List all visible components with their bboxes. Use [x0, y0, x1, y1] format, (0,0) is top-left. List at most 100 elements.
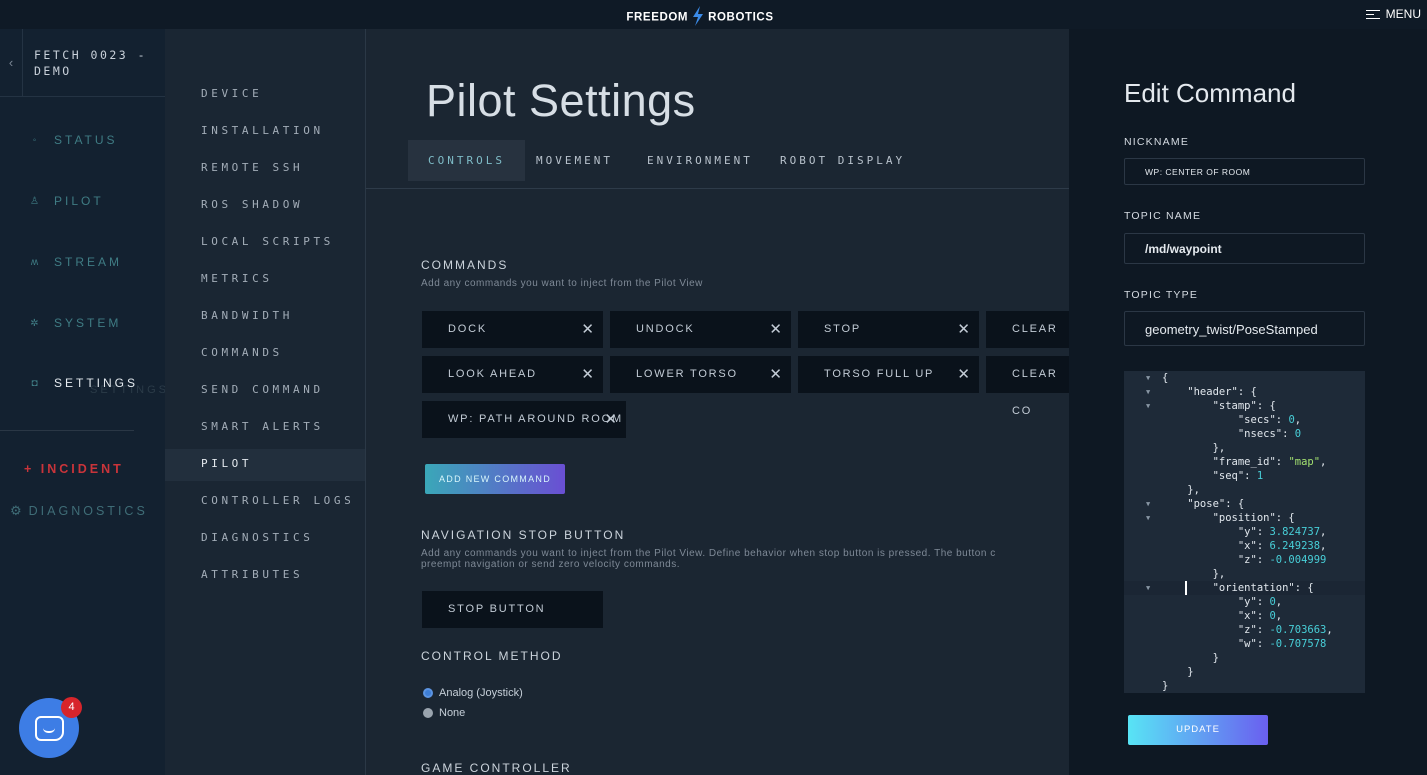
- diagnostics-link[interactable]: ⚙ DIAGNOSTICS: [10, 503, 148, 519]
- back-chevron-icon[interactable]: ‹: [0, 29, 23, 96]
- stop-button-chip[interactable]: STOP BUTTON: [422, 591, 603, 628]
- submenu-item-smart-alerts[interactable]: SMART ALERTS: [201, 420, 324, 433]
- close-icon[interactable]: ✕: [604, 401, 617, 438]
- close-icon[interactable]: ✕: [581, 356, 594, 393]
- command-chip[interactable]: LOOK AHEAD ✕: [422, 356, 603, 393]
- radio-label: Analog (Joystick): [439, 687, 523, 699]
- topic-name-field[interactable]: /md/waypoint: [1124, 233, 1365, 264]
- submenu-item-bandwidth[interactable]: BANDWIDTH: [201, 309, 293, 322]
- logo-text-right: ROBOTICS: [708, 11, 774, 24]
- chip-label: LOOK AHEAD: [448, 368, 537, 380]
- page-title: Pilot Settings: [426, 75, 696, 126]
- command-chip[interactable]: WP: PATH AROUND ROOM ✕: [422, 401, 626, 438]
- settings-submenu: DEVICE INSTALLATION REMOTE SSH ROS SHADO…: [165, 29, 366, 775]
- submenu-item-send-command[interactable]: SEND COMMAND: [201, 383, 324, 396]
- fold-arrow-icon[interactable]: ▼: [1146, 581, 1150, 595]
- command-chip[interactable]: STOP ✕: [798, 311, 979, 348]
- command-chip[interactable]: CLEAR CO: [986, 356, 1069, 417]
- nav-item-stream[interactable]: ʍ STREAM: [30, 255, 122, 269]
- tab-movement[interactable]: MOVEMENT: [536, 140, 613, 181]
- submenu-item-controller-logs[interactable]: CONTROLLER LOGS: [201, 494, 354, 507]
- code-line: },: [1124, 567, 1365, 581]
- submenu-item-attributes[interactable]: ATTRIBUTES: [201, 568, 303, 581]
- tab-controls[interactable]: CONTROLS: [408, 140, 525, 181]
- chat-icon: [34, 715, 64, 741]
- fold-arrow-icon[interactable]: ▼: [1146, 371, 1150, 385]
- submenu-item-metrics[interactable]: METRICS: [201, 272, 273, 285]
- code-line: ▼ "pose": {: [1124, 497, 1365, 511]
- radio-label: None: [439, 707, 466, 719]
- nickname-field[interactable]: WP: CENTER OF ROOM: [1124, 158, 1365, 185]
- code-text: }: [1162, 680, 1169, 692]
- code-line: "z": -0.004999: [1124, 553, 1365, 567]
- submenu-item-diagnostics[interactable]: DIAGNOSTICS: [201, 531, 313, 544]
- code-line: }: [1124, 679, 1365, 693]
- navigation-stop-description: Add any commands you want to inject from…: [421, 548, 1069, 570]
- tab-environment[interactable]: ENVIRONMENT: [647, 140, 753, 181]
- code-text: "x": 6.249238,: [1162, 540, 1327, 552]
- nav-item-pilot[interactable]: ♙ PILOT: [30, 194, 104, 208]
- menu-button[interactable]: MENU: [1365, 7, 1421, 22]
- nav-item-label: STREAM: [54, 255, 123, 269]
- close-icon[interactable]: ✕: [769, 311, 782, 348]
- device-name: FETCH 0023 - DEMO: [34, 48, 148, 78]
- fold-arrow-icon[interactable]: ▼: [1146, 385, 1150, 399]
- code-line: "w": -0.707578: [1124, 637, 1365, 651]
- hamburger-icon: [1365, 7, 1380, 22]
- description-line: Add any commands you want to inject from…: [421, 548, 996, 559]
- commands-description: Add any commands you want to inject from…: [421, 278, 703, 289]
- nav-item-settings[interactable]: ◘ SETTINGS: [30, 376, 138, 390]
- radio-none[interactable]: None: [423, 707, 465, 719]
- close-icon[interactable]: ✕: [769, 356, 782, 393]
- update-button[interactable]: UPDATE: [1128, 715, 1268, 745]
- submenu-item-remote-ssh[interactable]: REMOTE SSH: [201, 161, 303, 174]
- chip-label: STOP BUTTON: [448, 603, 546, 615]
- command-chip[interactable]: TORSO FULL UP ✕: [798, 356, 979, 393]
- submenu-item-ros-shadow[interactable]: ROS SHADOW: [201, 198, 303, 211]
- code-text: "secs": 0,: [1162, 414, 1302, 426]
- code-text: "z": -0.004999: [1162, 554, 1327, 566]
- close-icon[interactable]: ✕: [957, 311, 970, 348]
- command-chip[interactable]: DOCK ✕: [422, 311, 603, 348]
- command-chip[interactable]: LOWER TORSO ✕: [610, 356, 791, 393]
- command-chip[interactable]: UNDOCK ✕: [610, 311, 791, 348]
- code-line: },: [1124, 483, 1365, 497]
- fold-arrow-icon[interactable]: ▼: [1146, 511, 1150, 525]
- commands-heading: COMMANDS: [421, 258, 509, 272]
- diagnostics-label: DIAGNOSTICS: [28, 504, 148, 518]
- submenu-item-local-scripts[interactable]: LOCAL SCRIPTS: [201, 235, 334, 248]
- radio-analog-joystick[interactable]: Analog (Joystick): [423, 687, 523, 699]
- fold-arrow-icon[interactable]: ▼: [1146, 399, 1150, 413]
- tab-robot-display[interactable]: ROBOT DISPLAY: [780, 140, 905, 181]
- pilot-icon: ♙: [30, 195, 42, 207]
- system-gear-icon: ✲: [30, 317, 42, 329]
- code-text: {: [1162, 372, 1169, 384]
- submenu-item-commands[interactable]: COMMANDS: [201, 346, 283, 359]
- code-text: "seq": 1: [1162, 470, 1264, 482]
- topic-type-field[interactable]: geometry_twist/PoseStamped: [1124, 311, 1365, 346]
- code-line: "nsecs": 0: [1124, 427, 1365, 441]
- chip-label: UNDOCK: [636, 323, 695, 335]
- fold-arrow-icon[interactable]: ▼: [1146, 497, 1150, 511]
- code-text: "header": {: [1162, 386, 1257, 398]
- json-editor[interactable]: ▼ { ▼ "header": { ▼ "stamp": { "secs": 0,…: [1124, 371, 1365, 693]
- edit-command-panel: Edit Command NICKNAME WP: CENTER OF ROOM…: [1069, 29, 1427, 775]
- command-chip[interactable]: CLEAR FA: [986, 311, 1069, 372]
- status-icon: ◦: [32, 134, 40, 146]
- submenu-item-device[interactable]: DEVICE: [201, 87, 262, 100]
- code-line: ▼ "header": {: [1124, 385, 1365, 399]
- code-line: ▼ "position": {: [1124, 511, 1365, 525]
- bolt-icon: [692, 6, 704, 29]
- code-text: "frame_id": "map",: [1162, 456, 1327, 468]
- add-new-command-button[interactable]: ADD NEW COMMAND: [425, 464, 565, 494]
- close-icon[interactable]: ✕: [581, 311, 594, 348]
- panel-title: Edit Command: [1124, 78, 1296, 108]
- code-line: ▼ "stamp": {: [1124, 399, 1365, 413]
- nav-item-status[interactable]: ◦ STATUS: [30, 133, 118, 147]
- submenu-item-installation[interactable]: INSTALLATION: [201, 124, 324, 137]
- close-icon[interactable]: ✕: [957, 356, 970, 393]
- nav-item-system[interactable]: ✲ SYSTEM: [30, 316, 121, 330]
- submenu-item-pilot[interactable]: PILOT: [201, 457, 252, 470]
- incident-button[interactable]: + INCIDENT: [24, 462, 124, 476]
- code-text: },: [1162, 442, 1226, 454]
